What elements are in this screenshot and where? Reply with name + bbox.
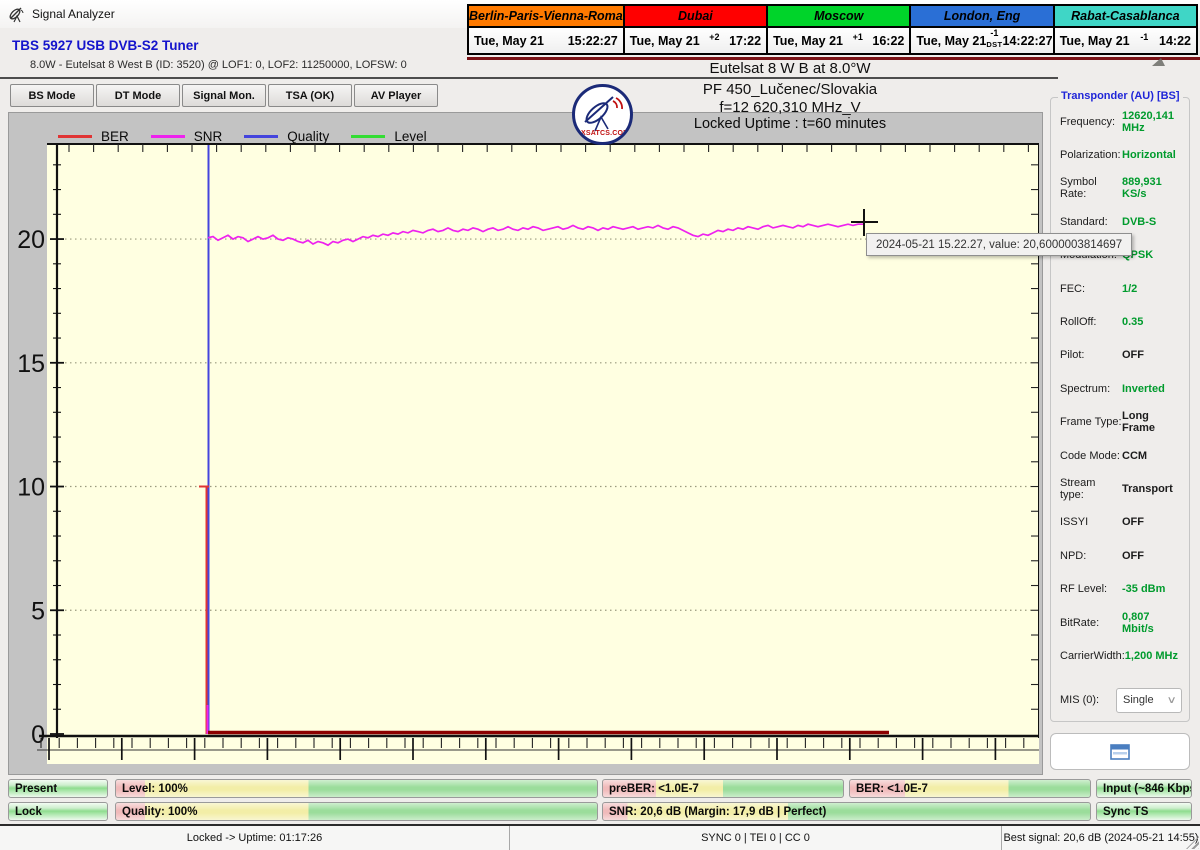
stream-list-button[interactable] [1050,733,1190,770]
level-bar: Level: 100% [115,779,598,798]
transponder-title: Transponder (AU) [BS] [1058,90,1183,102]
svg-text:15: 15 [17,350,45,378]
clock-column: Moscow Tue, May 21 +1 16:22 [768,6,911,53]
dxsatcs-logo: DXSATCS.COM [572,84,633,145]
sync-ts-indicator: Sync TS [1096,802,1192,821]
quality-bar: Quality: 100% [115,802,598,821]
status-lock-uptime: Locked -> Uptime: 01:17:26 [0,826,510,850]
status-best-signal: Best signal: 20,6 dB (2024-05-21 14:55) [1002,826,1200,850]
transponder-field: Polarization: Horizontal [1050,138,1190,171]
clock-column: London, Eng Tue, May 21 -1DST 14:22:27 [911,6,1054,53]
transponder-field: BitRate: 0,807 Mbit/s [1050,606,1190,639]
transponder-field: Frequency: 12620,141 MHz [1050,105,1190,138]
tab[interactable]: Signal Mon. [182,84,266,107]
lock-indicator: Lock [8,802,108,821]
legend-item: BER [58,129,129,144]
satellite-dish-icon [8,5,26,23]
transponder-field: NPD: OFF [1050,539,1190,572]
mode-tabs: BS ModeDT ModeSignal Mon.TSA (OK)AV Play… [10,84,440,110]
status-bar: Locked -> Uptime: 01:17:26 SYNC 0 | TEI … [0,824,1200,850]
transponder-field: RollOff: 0.35 [1050,305,1190,338]
crosshair-cursor [863,209,865,236]
tab[interactable]: BS Mode [10,84,94,107]
tuner-name: TBS 5927 USB DVB-S2 Tuner [12,38,199,53]
legend-line-swatch [244,135,278,138]
ber-bar: BER: <1.0E-7 [849,779,1091,798]
legend-item: Quality [244,129,329,144]
transponder-field: Spectrum: Inverted [1050,372,1190,405]
chart-tooltip: 2024-05-21 15.22.27, value: 20,600000381… [866,233,1132,256]
signal-plot: 0 5 10 15 20 [9,113,1044,776]
clock-time: 14:22:27 [1003,34,1053,48]
clock-column: Berlin-Paris-Vienna-Roma Tue, May 21 15:… [469,6,625,53]
clock-city-label: Rabat-Casablanca [1055,6,1196,28]
clock-city-label: Moscow [768,6,909,28]
clock-time: 15:22:27 [568,34,618,48]
clock-date: Tue, May 21 [1060,34,1130,48]
legend-line-swatch [151,135,185,138]
snr-bar: SNR: 20,6 dB (Margin: 17,9 dB | Perfect) [602,802,1091,821]
clock-date: Tue, May 21 [773,34,843,48]
clock-utc-offset: +2 [700,36,729,45]
mis-row: MIS (0): Single ∨ [1050,686,1190,714]
satellite-title: Eutelsat 8 W B at 8.0°W [520,60,1060,77]
mis-dropdown[interactable]: Single ∨ [1116,688,1182,713]
clock-date: Tue, May 21 [916,34,986,48]
preber-bar: preBER: <1.0E-7 [602,779,844,798]
svg-text:0: 0 [31,721,45,749]
transponder-fields: Frequency: 12620,141 MHz Polarization: H… [1050,105,1190,673]
tab[interactable]: TSA (OK) [268,84,352,107]
signal-chart-panel: BER SNR Quality Level 0 5 10 15 20 [8,112,1043,775]
window-title: Signal Analyzer [32,7,115,21]
clock-date: Tue, May 21 [474,34,544,48]
clock-city-label: Dubai [625,6,766,28]
world-clocks: Berlin-Paris-Vienna-Roma Tue, May 21 15:… [467,4,1198,55]
status-sync-counters: SYNC 0 | TEI 0 | CC 0 [510,826,1002,850]
clock-time: 17:22 [729,34,761,48]
chart-legend: BER SNR Quality Level [58,129,449,144]
clock-utc-offset: -1 [1130,36,1159,45]
transponder-field: Pilot: OFF [1050,339,1190,372]
input-rate-indicator: Input (~846 Kbps) [1096,779,1192,798]
transponder-field: Frame Type: Long Frame [1050,406,1190,439]
clock-column: Dubai Tue, May 21 +2 17:22 [625,6,768,53]
clock-column: Rabat-Casablanca Tue, May 21 -1 14:22 [1055,6,1196,53]
legend-item: SNR [151,129,223,144]
svg-text:10: 10 [17,474,45,502]
logo-text: DXSATCS.COM [575,130,630,137]
tab[interactable]: DT Mode [96,84,180,107]
transponder-field: RF Level: -35 dBm [1050,572,1190,605]
list-window-icon [1110,744,1130,760]
clock-date: Tue, May 21 [630,34,700,48]
chevron-down-icon: ∨ [1166,695,1176,706]
clock-city-label: Berlin-Paris-Vienna-Roma [469,6,623,28]
transponder-field: CarrierWidth: 1,200 MHz [1050,639,1190,672]
tab[interactable]: AV Player [354,84,438,107]
legend-item: Level [351,129,426,144]
clock-utc-offset: -1DST [986,32,1002,49]
clock-time: 16:22 [872,34,904,48]
clock-city-label: London, Eng [911,6,1052,28]
legend-line-swatch [351,135,385,138]
svg-text:5: 5 [31,597,45,625]
header-divider [0,77,1058,79]
present-indicator: Present [8,779,108,798]
transponder-field: Stream type: Transport [1050,472,1190,505]
clock-resize-grip[interactable] [1152,58,1165,66]
clock-utc-offset: +1 [843,36,872,45]
legend-line-swatch [58,135,92,138]
mis-label: MIS (0): [1060,694,1116,706]
transponder-field: Symbol Rate: 889,931 KS/s [1050,172,1190,205]
svg-text:20: 20 [17,226,45,254]
transponder-field: FEC: 1/2 [1050,272,1190,305]
transponder-field: ISSYI OFF [1050,506,1190,539]
tuner-details: 8.0W - Eutelsat 8 West B (ID: 3520) @ LO… [30,59,407,71]
mis-selected-value: Single [1123,694,1154,706]
transponder-field: Code Mode: CCM [1050,439,1190,472]
clock-time: 14:22 [1159,34,1191,48]
